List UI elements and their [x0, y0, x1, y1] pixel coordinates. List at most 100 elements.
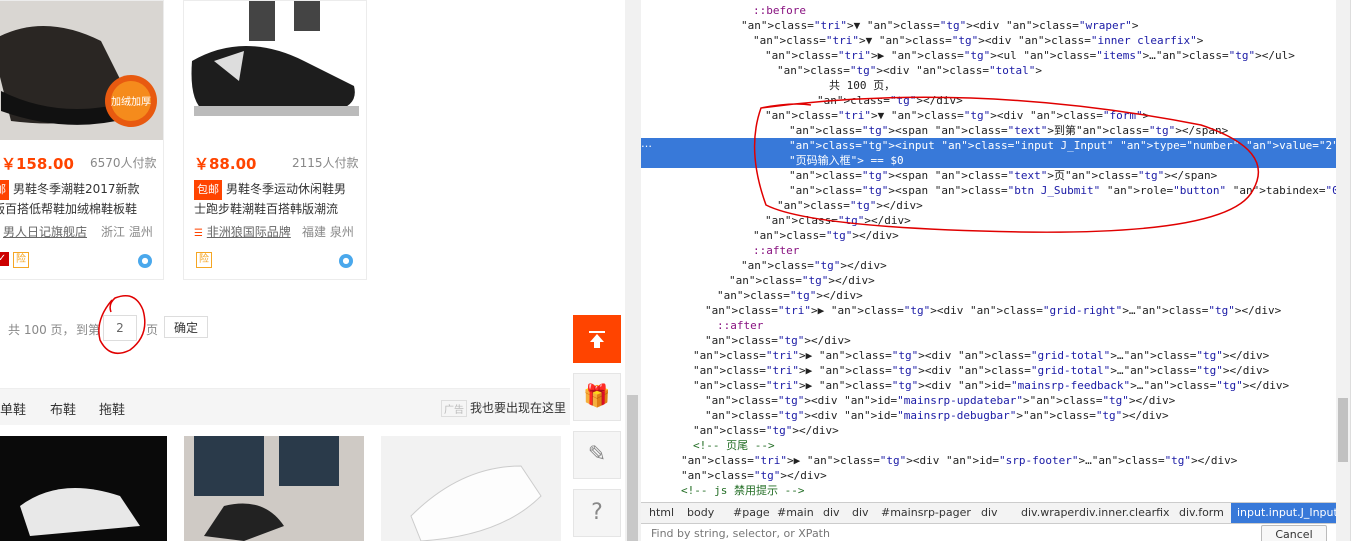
breadcrumb-item[interactable]: div: [823, 506, 840, 519]
wangwang-chat-icon[interactable]: ●: [138, 254, 152, 268]
dom-node[interactable]: ::before: [641, 3, 1336, 18]
promo-label: 加绒加厚: [111, 95, 151, 108]
tag-link[interactable]: 拖鞋: [99, 399, 125, 418]
ad-link[interactable]: 我也要出现在这里: [470, 399, 566, 416]
dom-node[interactable]: <!-- 页尾 -->: [641, 438, 1336, 453]
dom-node[interactable]: "an">class="tri">▶ "an">class="tg"><div …: [641, 348, 1336, 363]
dom-node[interactable]: <!-- js 禁用提示 -->: [641, 483, 1336, 498]
dom-node[interactable]: "an">class="tri">▼ "an">class="tg"><div …: [641, 33, 1336, 48]
breadcrumb-item[interactable]: #mainsrp-pager: [881, 506, 971, 519]
pager-goto-label: 到第: [76, 323, 101, 337]
dom-node[interactable]: "an">class="tg"><span "an">class="text">…: [641, 123, 1336, 138]
title-line-2: 士跑步鞋潮鞋百搭韩版潮流: [194, 202, 339, 216]
price: ￥88.00: [194, 155, 257, 173]
dom-node[interactable]: ::after: [641, 318, 1336, 333]
dom-node[interactable]: "an">class="tg"></div>: [641, 273, 1336, 288]
price: ￥158.00: [1, 155, 74, 173]
product-image[interactable]: [381, 436, 561, 541]
dom-node-selected[interactable]: "an">class="tg"><input "an">class="input…: [641, 138, 1336, 153]
dom-node[interactable]: ::after: [641, 243, 1336, 258]
insurance-icon: 险: [13, 252, 29, 268]
product-title[interactable]: 包邮男鞋冬季潮鞋2017新款 韩版百搭低帮鞋加绒棉鞋板鞋: [0, 180, 156, 218]
edit-icon: ✎: [587, 442, 607, 467]
breadcrumb-item[interactable]: #main: [777, 506, 814, 519]
dom-node-text: ::after: [717, 319, 764, 332]
back-to-top-icon: [589, 331, 605, 348]
title-line-1: 男鞋冬季潮鞋2017新款: [13, 182, 140, 196]
back-to-top-button[interactable]: [573, 315, 621, 363]
page-scrollbar[interactable]: [625, 0, 641, 541]
tag-link[interactable]: 布鞋: [50, 399, 76, 418]
dom-node-text: "an">class="tg"></div>: [817, 94, 963, 107]
product-image[interactable]: [0, 436, 167, 541]
dom-node-text: "an">class="tg"><div "an">class="total">: [777, 64, 1042, 77]
dom-node-text: "an">class="tg"></div>: [753, 229, 899, 242]
dom-node[interactable]: "an">class="tg"></div>: [641, 423, 1336, 438]
dom-node[interactable]: "an">class="tg"></div>: [641, 288, 1336, 303]
dom-node[interactable]: "an">class="tg"></div>: [641, 93, 1336, 108]
dom-node[interactable]: "an">class="tri">▼ "an">class="tg"><div …: [641, 108, 1336, 123]
dom-node-text: "an">class="tg"></div>: [765, 214, 911, 227]
dom-node[interactable]: "an">class="tg"><span "an">class="text">…: [641, 168, 1336, 183]
tag-link[interactable]: 单鞋: [0, 399, 26, 418]
title-line-1: 男鞋冬季运动休闲鞋男: [226, 182, 347, 196]
breadcrumb-item[interactable]: div.inner.clearfix: [1079, 506, 1170, 519]
scrollbar-thumb[interactable]: [1338, 398, 1348, 462]
dom-node[interactable]: "an">class="tri">▶ "an">class="tg"><div …: [641, 453, 1336, 468]
dom-node-text: "an">class="tri">▼ "an">class="tg"><div …: [765, 109, 1150, 122]
dom-node-selected[interactable]: "页码输入框"> == $0: [641, 153, 1336, 168]
breadcrumb-item[interactable]: div: [981, 506, 998, 519]
breadcrumb-item[interactable]: div.form: [1179, 506, 1224, 519]
dom-node[interactable]: "an">class="tg"></div>: [641, 228, 1336, 243]
shop-link[interactable]: 男人日记旗舰店: [3, 225, 87, 239]
dom-node[interactable]: "an">class="tri">▶ "an">class="tg"><ul "…: [641, 48, 1336, 63]
product-card[interactable]: ￥88.00 2115人付款 包邮 男鞋冬季运动休闲鞋男 士跑步鞋潮鞋百搭韩版潮流…: [183, 0, 367, 280]
more-options-icon[interactable]: …: [641, 138, 655, 153]
location: 福建 泉州: [302, 225, 354, 239]
dom-node[interactable]: 共 100 页，: [641, 78, 1336, 93]
product-card[interactable]: 加绒加厚 ￥158.00 6570人付款 包邮男鞋冬季潮鞋2017新款 韩版百搭…: [0, 0, 164, 280]
dom-node[interactable]: "an">class="tg"></div>: [641, 333, 1336, 348]
dom-node-text: "an">class="tri">▼ "an">class="tg"><div …: [753, 34, 1204, 47]
styles-pane-edge: [1350, 0, 1362, 541]
shop-link[interactable]: 非洲狼国际品牌: [207, 225, 291, 239]
dom-node[interactable]: "an">class="tg"></div>: [641, 198, 1336, 213]
breadcrumb-item[interactable]: input.input.J_Input: [1231, 503, 1336, 523]
breadcrumb-item[interactable]: div.wraper: [1021, 506, 1079, 519]
dom-node-text: "an">class="tri">▶ "an">class="tg"><ul "…: [765, 49, 1295, 62]
breadcrumb: html body #page #main div div #mainsrp-pager di…: [641, 502, 1336, 523]
wangwang-chat-icon[interactable]: ●: [339, 254, 353, 268]
breadcrumb-item[interactable]: body: [687, 506, 714, 519]
dom-node-text: "an">class="tri">▶ "an">class="tg"><div …: [693, 349, 1270, 362]
breadcrumb-item[interactable]: #page: [733, 506, 770, 519]
breadcrumb-item[interactable]: html: [649, 506, 674, 519]
pager-confirm-button[interactable]: 确定: [164, 316, 208, 338]
feedback-button[interactable]: ✎: [573, 431, 621, 479]
dom-node[interactable]: "an">class="tg"><div "an">class="total">: [641, 63, 1336, 78]
related-tags-bar: 单鞋 布鞋 拖鞋 广告 我也要出现在这里: [0, 388, 570, 425]
product-image[interactable]: [184, 1, 366, 140]
gift-button[interactable]: 🎁: [573, 373, 621, 421]
help-button[interactable]: ?: [573, 489, 621, 537]
scrollbar-thumb[interactable]: [627, 395, 638, 541]
dom-node[interactable]: "an">class="tg"></div>: [641, 258, 1336, 273]
page-number-input[interactable]: 2: [103, 315, 137, 341]
dom-node[interactable]: "an">class="tg"><div "an">id="mainsrp-up…: [641, 393, 1336, 408]
dom-node[interactable]: "an">class="tri">▶ "an">class="tg"><div …: [641, 363, 1336, 378]
dom-node[interactable]: "an">class="tri">▼ "an">class="tg"><div …: [641, 18, 1336, 33]
dom-node[interactable]: "an">class="tri">▶ "an">class="tg"><div …: [641, 378, 1336, 393]
dom-node-text: "页码输入框"> == $0: [789, 154, 904, 167]
product-image[interactable]: 加绒加厚: [0, 1, 163, 140]
dom-node[interactable]: "an">class="tri">▶ "an">class="tg"><div …: [641, 303, 1336, 318]
product-title[interactable]: 包邮 男鞋冬季运动休闲鞋男 士跑步鞋潮鞋百搭韩版潮流: [194, 180, 369, 218]
title-line-2: 韩版百搭低帮鞋加绒棉鞋板鞋: [0, 202, 138, 216]
devtools-scrollbar[interactable]: [1336, 0, 1350, 541]
dom-node[interactable]: "an">class="tg"><span "an">class="btn J_…: [641, 183, 1336, 198]
breadcrumb-item[interactable]: div: [852, 506, 869, 519]
dom-node[interactable]: "an">class="tg"><div "an">id="mainsrp-de…: [641, 408, 1336, 423]
find-input[interactable]: Find by string, selector, or XPath: [651, 527, 830, 540]
product-image[interactable]: [184, 436, 364, 541]
dom-node[interactable]: "an">class="tg"></div>: [641, 468, 1336, 483]
dom-node[interactable]: "an">class="tg"></div>: [641, 213, 1336, 228]
cancel-button[interactable]: Cancel: [1261, 525, 1327, 541]
